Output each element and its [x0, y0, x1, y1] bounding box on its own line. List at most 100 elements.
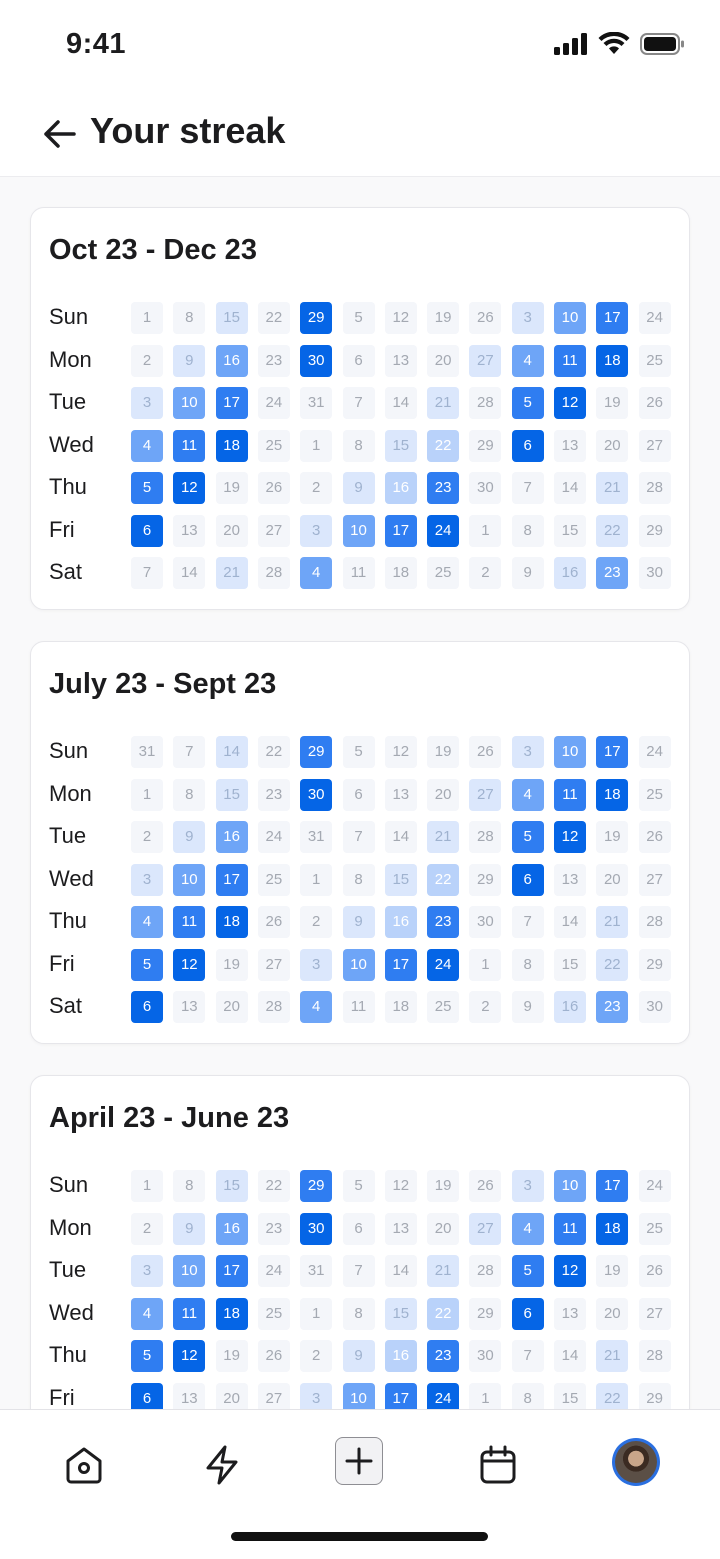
day-cell[interactable]: 8 — [342, 429, 375, 462]
day-cell[interactable]: 6 — [342, 344, 375, 377]
day-cell[interactable]: 13 — [384, 344, 417, 377]
day-cell[interactable]: 24 — [638, 736, 671, 768]
day-cell[interactable]: 18 — [596, 1212, 629, 1245]
day-cell[interactable]: 12 — [384, 302, 417, 334]
day-cell[interactable]: 26 — [257, 906, 290, 938]
day-cell[interactable]: 12 — [173, 472, 206, 504]
day-cell[interactable]: 16 — [215, 344, 248, 377]
day-cell[interactable]: 30 — [638, 991, 671, 1023]
day-cell[interactable]: 30 — [300, 778, 333, 811]
day-cell[interactable]: 19 — [427, 1170, 460, 1202]
day-cell[interactable]: 1 — [131, 778, 163, 811]
day-cell[interactable]: 19 — [596, 821, 629, 853]
day-cell[interactable]: 19 — [596, 1255, 629, 1287]
day-cell[interactable]: 16 — [384, 906, 417, 938]
day-cell[interactable]: 7 — [342, 821, 375, 853]
day-cell[interactable]: 20 — [215, 991, 248, 1023]
day-cell[interactable]: 30 — [638, 557, 671, 589]
tab-add[interactable] — [335, 1437, 383, 1485]
day-cell[interactable]: 24 — [257, 821, 290, 853]
day-cell[interactable]: 11 — [173, 906, 206, 938]
day-cell[interactable]: 25 — [427, 991, 460, 1023]
day-cell[interactable]: 20 — [215, 1382, 248, 1409]
day-cell[interactable]: 23 — [596, 991, 629, 1023]
day-cell[interactable]: 11 — [554, 778, 586, 811]
day-cell[interactable]: 12 — [554, 821, 586, 853]
day-cell[interactable]: 18 — [215, 1297, 248, 1330]
day-cell[interactable]: 3 — [131, 387, 163, 419]
day-cell[interactable]: 1 — [469, 514, 502, 547]
day-cell[interactable]: 11 — [554, 1212, 586, 1245]
day-cell[interactable]: 2 — [131, 1212, 163, 1245]
day-cell[interactable]: 21 — [596, 906, 629, 938]
day-cell[interactable]: 29 — [300, 736, 333, 768]
tab-calendar[interactable] — [473, 1440, 523, 1490]
day-cell[interactable]: 25 — [257, 1297, 290, 1330]
day-cell[interactable]: 14 — [554, 906, 586, 938]
day-cell[interactable]: 17 — [215, 1255, 248, 1287]
day-cell[interactable]: 9 — [173, 821, 206, 853]
day-cell[interactable]: 2 — [300, 906, 333, 938]
day-cell[interactable]: 5 — [131, 1340, 163, 1372]
day-cell[interactable]: 27 — [638, 429, 671, 462]
day-cell[interactable]: 19 — [215, 948, 248, 981]
day-cell[interactable]: 3 — [300, 948, 333, 981]
back-button[interactable] — [40, 114, 80, 154]
tab-profile-avatar[interactable] — [612, 1438, 660, 1486]
day-cell[interactable]: 17 — [215, 863, 248, 896]
day-cell[interactable]: 10 — [342, 514, 375, 547]
day-cell[interactable]: 12 — [384, 736, 417, 768]
day-cell[interactable]: 28 — [638, 906, 671, 938]
day-cell[interactable]: 23 — [257, 1212, 290, 1245]
day-cell[interactable]: 4 — [511, 778, 544, 811]
day-cell[interactable]: 14 — [173, 557, 206, 589]
day-cell[interactable]: 15 — [384, 1297, 417, 1330]
day-cell[interactable]: 29 — [469, 863, 502, 896]
day-cell[interactable]: 2 — [300, 472, 333, 504]
day-cell[interactable]: 15 — [554, 1382, 586, 1409]
day-cell[interactable]: 9 — [342, 472, 375, 504]
day-cell[interactable]: 26 — [469, 302, 502, 334]
day-cell[interactable]: 5 — [131, 472, 163, 504]
day-cell[interactable]: 10 — [554, 1170, 586, 1202]
day-cell[interactable]: 20 — [427, 1212, 460, 1245]
day-cell[interactable]: 23 — [257, 778, 290, 811]
day-cell[interactable]: 11 — [342, 991, 375, 1023]
day-cell[interactable]: 11 — [554, 344, 586, 377]
day-cell[interactable]: 4 — [131, 906, 163, 938]
day-cell[interactable]: 19 — [427, 736, 460, 768]
day-cell[interactable]: 25 — [638, 344, 671, 377]
day-cell[interactable]: 10 — [173, 387, 206, 419]
day-cell[interactable]: 6 — [131, 1382, 163, 1409]
day-cell[interactable]: 8 — [173, 1170, 206, 1202]
day-cell[interactable]: 21 — [427, 387, 460, 419]
day-cell[interactable]: 21 — [596, 1340, 629, 1372]
day-cell[interactable]: 13 — [554, 863, 586, 896]
day-cell[interactable]: 8 — [342, 1297, 375, 1330]
day-cell[interactable]: 20 — [427, 778, 460, 811]
day-cell[interactable]: 3 — [300, 514, 333, 547]
day-cell[interactable]: 29 — [469, 429, 502, 462]
day-cell[interactable]: 6 — [342, 778, 375, 811]
day-cell[interactable]: 24 — [257, 387, 290, 419]
day-cell[interactable]: 19 — [215, 1340, 248, 1372]
day-cell[interactable]: 5 — [511, 1255, 544, 1287]
day-cell[interactable]: 17 — [215, 387, 248, 419]
day-cell[interactable]: 17 — [384, 1382, 417, 1409]
day-cell[interactable]: 6 — [511, 1297, 544, 1330]
day-cell[interactable]: 26 — [638, 387, 671, 419]
day-cell[interactable]: 24 — [257, 1255, 290, 1287]
day-cell[interactable]: 26 — [257, 1340, 290, 1372]
day-cell[interactable]: 29 — [638, 514, 671, 547]
day-cell[interactable]: 14 — [215, 736, 248, 768]
day-cell[interactable]: 8 — [173, 778, 206, 811]
day-cell[interactable]: 28 — [257, 991, 290, 1023]
day-cell[interactable]: 30 — [469, 472, 502, 504]
day-cell[interactable]: 30 — [300, 344, 333, 377]
day-cell[interactable]: 31 — [131, 736, 163, 768]
day-cell[interactable]: 24 — [427, 1382, 460, 1409]
day-cell[interactable]: 30 — [300, 1212, 333, 1245]
day-cell[interactable]: 27 — [469, 344, 502, 377]
day-cell[interactable]: 22 — [257, 1170, 290, 1202]
day-cell[interactable]: 27 — [257, 948, 290, 981]
